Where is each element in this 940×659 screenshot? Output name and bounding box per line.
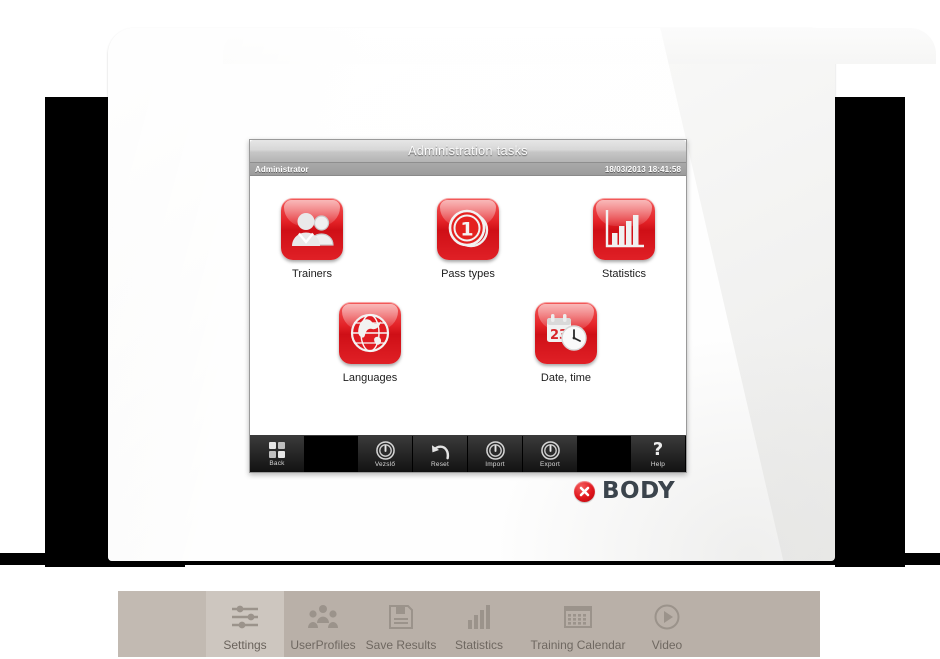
tile-label: Languages: [342, 372, 398, 384]
x-circle-icon: [574, 480, 595, 502]
tile-trainers[interactable]: Trainers: [269, 198, 355, 280]
app-toolbar: Back Vezslő Reset Import Export ? Help: [250, 435, 686, 472]
svg-text:?: ?: [653, 440, 663, 460]
toolbar-button-back[interactable]: Back: [250, 436, 305, 472]
calendar-icon: [564, 599, 592, 635]
taskbar-label: Video: [651, 638, 683, 652]
floppy-icon: [388, 599, 414, 635]
power-icon: [540, 440, 560, 460]
sliders-icon: [230, 599, 260, 635]
datetime-label: 18/03/2013 18:41:58: [604, 164, 681, 174]
svg-text:1: 1: [460, 219, 473, 241]
toolbar-label: Help: [650, 461, 666, 468]
taskbar-item-video[interactable]: Video: [638, 591, 696, 657]
taskbar-label: UserProfiles: [290, 638, 356, 652]
grid-squares-icon: [269, 442, 285, 458]
play-icon: [654, 599, 680, 635]
tile-pass-types[interactable]: 1 Pass types: [425, 198, 511, 280]
tile-label: Statistics: [601, 268, 646, 280]
toolbar-button-vezslo[interactable]: Vezslő: [358, 436, 413, 472]
tablet-device-top-edge: [223, 28, 936, 64]
undo-arrow-icon: [431, 444, 449, 459]
toolbar-label: Import: [485, 460, 505, 468]
tile-date-time[interactable]: 23 Date, time: [523, 302, 609, 384]
body-logo: BODY: [574, 478, 675, 504]
window-titlebar: Administration tasks: [250, 140, 686, 163]
toolbar-button-export[interactable]: Export: [523, 436, 578, 472]
page-title: Administration tasks: [408, 144, 528, 158]
taskbar-item-save-results[interactable]: Save Results: [362, 591, 440, 657]
window-content: Trainers 1 Pass types Statistics Languag…: [250, 176, 686, 438]
toolbar-button-reset[interactable]: Reset: [413, 436, 468, 472]
toolbar-button-import[interactable]: Import: [468, 436, 523, 472]
statistics-icon: [593, 198, 655, 260]
taskbar-item-userprofiles[interactable]: UserProfiles: [284, 591, 362, 657]
backdrop-block-right: [835, 97, 905, 567]
tile-label: Date, time: [540, 372, 592, 384]
toolbar-label: Reset: [431, 460, 449, 468]
toolbar-button-help[interactable]: ? Help: [631, 436, 686, 472]
tile-statistics[interactable]: Statistics: [581, 198, 667, 280]
taskbar-item-statistics[interactable]: Statistics: [440, 591, 518, 657]
taskbar-label: Save Results: [365, 638, 437, 652]
people-icon: [307, 599, 339, 635]
pass-types-icon: 1: [437, 198, 499, 260]
taskbar-item-settings[interactable]: Settings: [206, 591, 284, 657]
taskbar-left-pad: [118, 591, 206, 657]
bars-icon: [466, 599, 492, 635]
toolbar-label: Vezslő: [374, 460, 396, 468]
toolbar-spacer: [305, 436, 358, 472]
power-icon: [485, 440, 505, 460]
tile-label: Trainers: [292, 268, 332, 280]
question-mark-icon: ?: [653, 440, 663, 460]
languages-icon: [339, 302, 401, 364]
power-icon: [375, 440, 395, 460]
taskbar-label: Statistics: [454, 638, 503, 652]
logo-text: BODY: [602, 478, 676, 504]
tile-row-2: Languages 23 Date, time: [250, 302, 686, 384]
toolbar-label: Back: [269, 460, 285, 467]
taskbar-label: Training Calendar: [530, 638, 626, 652]
os-taskbar: Settings UserProfiles Save Results Stati…: [118, 591, 820, 657]
current-user-label: Administrator: [255, 164, 309, 174]
taskbar-item-training-calendar[interactable]: Training Calendar: [518, 591, 638, 657]
date-time-icon: 23: [535, 302, 597, 364]
toolbar-label: Export: [540, 460, 560, 468]
window-statusbar: Administrator 18/03/2013 18:41:58: [250, 163, 686, 176]
trainers-icon: [281, 198, 343, 260]
taskbar-label: Settings: [223, 638, 267, 652]
tile-row-1: Trainers 1 Pass types Statistics: [250, 198, 686, 280]
toolbar-spacer: [578, 436, 631, 472]
tile-label: Pass types: [441, 268, 495, 280]
screenshot-stage: Administration tasks Administrator 18/03…: [0, 0, 940, 659]
tile-languages[interactable]: Languages: [327, 302, 413, 384]
application-window: Administration tasks Administrator 18/03…: [249, 139, 687, 473]
